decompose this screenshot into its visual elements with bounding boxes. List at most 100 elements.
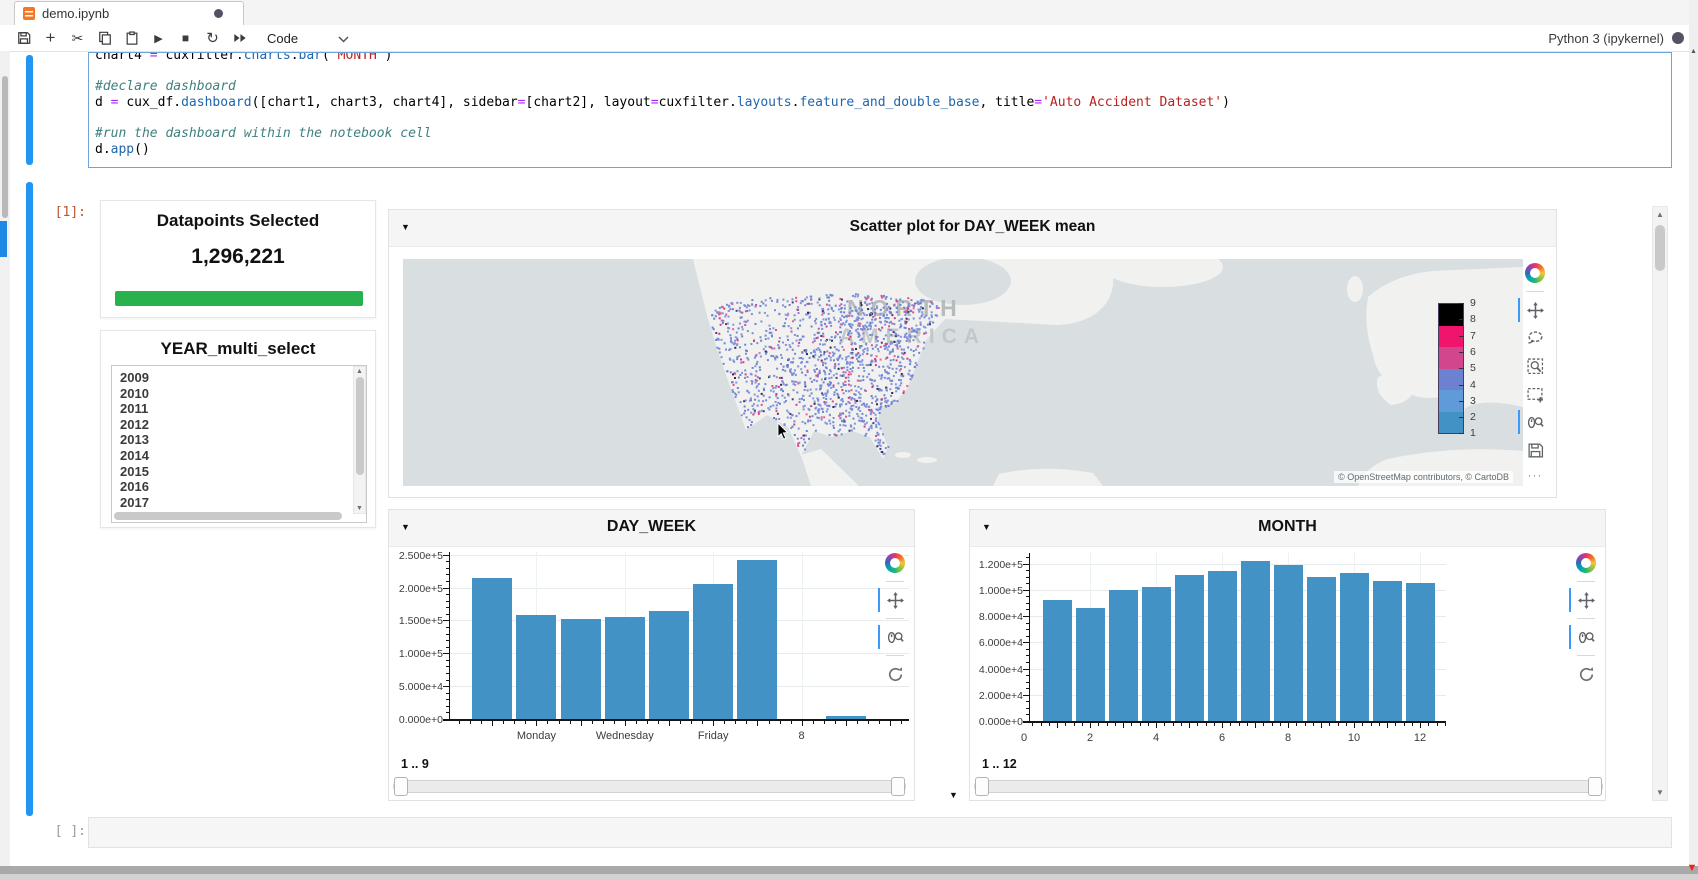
run-button[interactable]: ▶ bbox=[145, 26, 172, 50]
legend-color-segment bbox=[1439, 347, 1463, 369]
dashboard-scroll-thumb[interactable] bbox=[1655, 225, 1665, 271]
box-select-icon[interactable] bbox=[1525, 384, 1545, 404]
year-option[interactable]: 2016 bbox=[112, 479, 366, 495]
year-option[interactable]: 2013 bbox=[112, 432, 366, 448]
pan-icon[interactable] bbox=[1525, 300, 1545, 320]
pan-icon[interactable] bbox=[1576, 590, 1596, 610]
bar bbox=[1307, 577, 1336, 721]
year-option[interactable]: 2011 bbox=[112, 401, 366, 417]
code-editor[interactable]: chart4 = cuxfilter.charts.bar('MONTH') #… bbox=[95, 52, 1230, 157]
wheel-zoom-icon[interactable] bbox=[885, 627, 905, 647]
main-scrollbar[interactable] bbox=[1689, 0, 1698, 866]
year-vscroll-thumb[interactable] bbox=[356, 377, 364, 475]
wheel-zoom-icon[interactable] bbox=[1576, 627, 1596, 647]
slider-handle-left[interactable] bbox=[394, 777, 408, 796]
year-option[interactable]: 2009 bbox=[112, 370, 366, 386]
bar bbox=[1175, 575, 1204, 721]
bar bbox=[605, 617, 645, 719]
day-week-range-slider[interactable] bbox=[393, 780, 906, 793]
dashboard-scrollbar[interactable]: ▲ ▼ bbox=[1652, 206, 1668, 801]
bar bbox=[472, 578, 512, 719]
month-range-label: 1 .. 12 bbox=[982, 757, 1017, 771]
datapoints-title: Datapoints Selected bbox=[101, 211, 375, 231]
panel-resize-caret-icon[interactable]: ▼ bbox=[949, 790, 958, 800]
year-option[interactable]: 2012 bbox=[112, 417, 366, 433]
bar bbox=[1043, 600, 1072, 721]
scroll-down-icon[interactable]: ▼ bbox=[1653, 788, 1667, 797]
slider-handle-right[interactable] bbox=[1588, 777, 1602, 796]
map-panel-header: ▼ Scatter plot for DAY_WEEK mean bbox=[389, 210, 1556, 247]
legend-color-segment bbox=[1439, 412, 1463, 434]
lasso-select-icon[interactable] bbox=[1525, 328, 1545, 348]
month-chart[interactable]: 0.000e+02.000e+44.000e+46.000e+48.000e+4… bbox=[970, 510, 1607, 802]
save-button[interactable] bbox=[10, 26, 37, 50]
pan-icon[interactable] bbox=[885, 590, 905, 610]
year-option[interactable]: 2010 bbox=[112, 386, 366, 402]
empty-input-prompt: [ ]: bbox=[42, 824, 86, 839]
empty-code-cell[interactable] bbox=[88, 817, 1672, 848]
year-select-card: YEAR_multi_select 2009201020112012201320… bbox=[100, 330, 376, 528]
reset-icon[interactable] bbox=[885, 664, 905, 684]
tab-bar: demo.ipynb bbox=[0, 0, 1698, 26]
month-range-slider[interactable] bbox=[974, 780, 1603, 793]
mouse-cursor bbox=[777, 422, 790, 447]
code-cell-input[interactable]: chart4 = cuxfilter.charts.bar('MONTH') #… bbox=[88, 52, 1672, 168]
left-scrollbar-thumb[interactable] bbox=[2, 76, 8, 218]
scroll-up-icon[interactable]: ▲ bbox=[354, 368, 365, 375]
bokeh-logo-icon[interactable] bbox=[1525, 263, 1545, 283]
tab-title: demo.ipynb bbox=[42, 6, 214, 21]
month-toolbar bbox=[1576, 553, 1596, 684]
day-week-range-label: 1 .. 9 bbox=[401, 757, 429, 771]
restart-run-all-button[interactable] bbox=[226, 26, 253, 50]
year-hscroll-thumb[interactable] bbox=[114, 512, 342, 520]
stop-button[interactable]: ■ bbox=[172, 26, 199, 50]
year-option[interactable]: 2015 bbox=[112, 464, 366, 480]
tab-demo-ipynb[interactable]: demo.ipynb bbox=[14, 1, 244, 25]
active-cell-marker bbox=[0, 221, 7, 257]
slider-handle-left[interactable] bbox=[975, 777, 989, 796]
scroll-up-icon[interactable]: ▲ bbox=[1653, 210, 1667, 219]
slider-handle-right[interactable] bbox=[891, 777, 905, 796]
day-week-chart[interactable]: 0.000e+05.000e+41.000e+51.500e+52.000e+5… bbox=[389, 510, 916, 802]
copy-cells-button[interactable] bbox=[91, 26, 118, 50]
kernel-name: Python 3 (ipykernel) bbox=[1548, 31, 1664, 46]
map-attribution: © OpenStreetMap contributors, © CartoDB bbox=[1334, 471, 1513, 483]
scroll-down-icon[interactable]: ▼ bbox=[1686, 862, 1698, 874]
more-tools-icon[interactable]: ··· bbox=[1528, 468, 1543, 482]
scatter-points bbox=[403, 259, 1523, 486]
bar bbox=[516, 615, 556, 719]
cell-type-dropdown[interactable]: Code bbox=[267, 31, 349, 46]
bar bbox=[1076, 608, 1105, 721]
save-plot-icon[interactable] bbox=[1525, 440, 1545, 460]
year-listbox[interactable]: 200920102011201220132014201520162017 ▲ ▼ bbox=[111, 365, 367, 523]
kernel-indicator[interactable]: Python 3 (ipykernel) bbox=[1548, 25, 1684, 51]
datapoints-card: Datapoints Selected 1,296,221 bbox=[100, 200, 376, 318]
bar bbox=[1208, 571, 1237, 721]
scroll-up-icon[interactable]: ▲ bbox=[1689, 48, 1698, 55]
year-option[interactable]: 2017 bbox=[112, 495, 366, 511]
bar bbox=[649, 611, 689, 719]
cell-collapser-input[interactable] bbox=[26, 55, 33, 165]
chevron-down-icon bbox=[338, 31, 349, 46]
bar bbox=[1406, 583, 1435, 722]
scroll-down-icon[interactable]: ▼ bbox=[354, 505, 365, 512]
scatter-map[interactable]: NORTH AMERICA 987654321 © OpenStreetMap … bbox=[403, 259, 1523, 486]
add-cell-button[interactable]: + bbox=[37, 26, 64, 50]
datapoints-value: 1,296,221 bbox=[101, 245, 375, 269]
reset-icon[interactable] bbox=[1576, 664, 1596, 684]
restart-kernel-button[interactable]: ↻ bbox=[199, 26, 226, 50]
bar bbox=[1373, 581, 1402, 721]
wheel-zoom-icon[interactable] bbox=[1525, 412, 1545, 432]
bokeh-logo-icon[interactable] bbox=[1576, 553, 1596, 573]
bokeh-logo-icon[interactable] bbox=[885, 553, 905, 573]
map-panel: ▼ Scatter plot for DAY_WEEK mean NORTH A… bbox=[388, 209, 1557, 498]
year-vscrollbar[interactable]: ▲ ▼ bbox=[353, 366, 366, 514]
map-toolbar: ··· bbox=[1525, 263, 1545, 482]
paste-cells-button[interactable] bbox=[118, 26, 145, 50]
year-option[interactable]: 2014 bbox=[112, 448, 366, 464]
cut-cells-button[interactable]: ✂ bbox=[64, 26, 91, 50]
day-week-toolbar bbox=[885, 553, 905, 684]
cell-collapser-output[interactable] bbox=[26, 182, 33, 816]
box-zoom-icon[interactable] bbox=[1525, 356, 1545, 376]
bar bbox=[1142, 587, 1171, 721]
